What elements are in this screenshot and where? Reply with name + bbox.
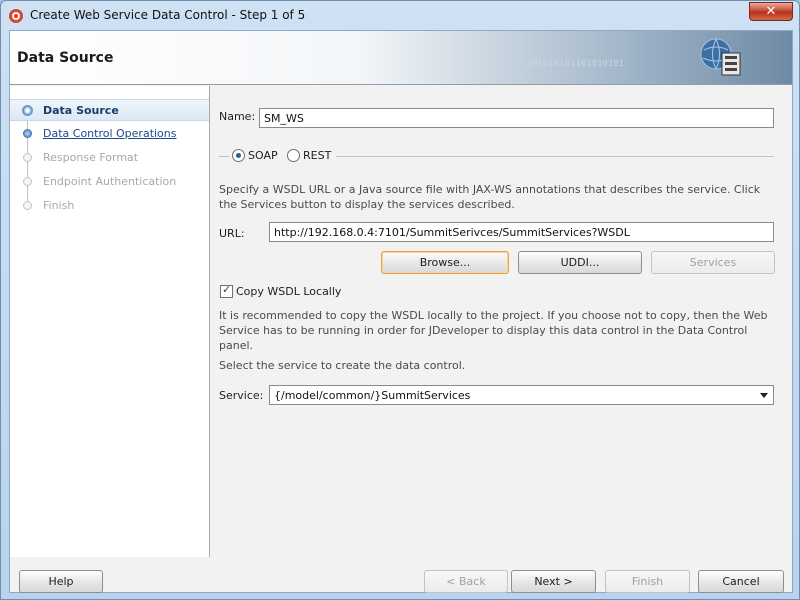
rest-radio[interactable]	[287, 149, 300, 162]
service-selected-value: {/model/common/}SummitServices	[274, 389, 471, 402]
url-label: URL:	[219, 227, 245, 240]
wsdl-description: Specify a WSDL URL or a Java source file…	[219, 183, 761, 211]
step-label: Finish	[43, 199, 75, 212]
next-button[interactable]: Next >	[511, 570, 596, 593]
name-label: Name:	[219, 110, 256, 123]
page-title: Data Source	[17, 50, 114, 66]
soap-radio-label[interactable]: SOAP	[248, 149, 278, 162]
step-response-format: Response Format	[10, 147, 209, 169]
service-label: Service:	[219, 389, 264, 402]
chevron-down-icon[interactable]	[760, 393, 768, 398]
back-button: < Back	[424, 570, 508, 593]
browse-button[interactable]: Browse...	[381, 251, 509, 274]
wizard-button-bar: Help < Back Next > Finish Cancel	[10, 558, 792, 593]
copy-wsdl-checkbox[interactable]: ✓	[220, 283, 233, 298]
step-label: Data Source	[43, 104, 119, 117]
wizard-steps-panel: Data Source Data Control Operations Resp…	[10, 86, 210, 557]
step-label: Endpoint Authentication	[43, 175, 177, 188]
step-disabled-icon	[23, 201, 32, 210]
globe-icon	[700, 38, 741, 76]
service-combobox[interactable]: {/model/common/}SummitServices	[269, 385, 774, 405]
url-input[interactable]: http://192.168.0.4:7101/SummitSerivces/S…	[269, 222, 774, 242]
copy-wsdl-note: It is recommended to copy the WSDL local…	[219, 309, 768, 352]
step-data-source[interactable]: Data Source	[10, 99, 209, 121]
jdeveloper-app-icon	[9, 9, 23, 23]
window-close-button[interactable]: ✕	[749, 2, 793, 21]
step-icon	[23, 129, 32, 138]
name-input[interactable]: SM_WS	[259, 108, 774, 128]
current-step-icon	[22, 105, 33, 116]
title-bar[interactable]: Create Web Service Data Control - Step 1…	[1, 1, 799, 29]
select-service-prompt: Select the service to create the data co…	[219, 359, 466, 372]
step-disabled-icon	[23, 177, 32, 186]
step-data-control-operations[interactable]: Data Control Operations	[10, 123, 209, 145]
services-button: Services	[651, 251, 775, 274]
step-label: Data Control Operations	[43, 127, 177, 140]
protocol-separator-left	[219, 156, 229, 157]
dialog-window: Create Web Service Data Control - Step 1…	[0, 0, 800, 600]
soap-radio[interactable]	[232, 149, 245, 162]
finish-button: Finish	[605, 570, 690, 593]
data-source-form: Name: SM_WS SOAP REST Specify a WSDL URL…	[211, 86, 792, 557]
cancel-button[interactable]: Cancel	[698, 570, 784, 593]
dialog-client-area: Data Source 0101101010101101010101 Data …	[9, 30, 793, 593]
header-binary-text: 0101101010101101010101	[505, 59, 625, 69]
page-header: Data Source 0101101010101101010101	[10, 31, 792, 85]
window-title: Create Web Service Data Control - Step 1…	[30, 8, 306, 22]
step-disabled-icon	[23, 153, 32, 162]
copy-wsdl-label[interactable]: Copy WSDL Locally	[236, 285, 341, 298]
step-finish: Finish	[10, 195, 209, 217]
uddi-button[interactable]: UDDI...	[518, 251, 642, 274]
step-endpoint-authentication: Endpoint Authentication	[10, 171, 209, 193]
rest-radio-label[interactable]: REST	[303, 149, 331, 162]
help-button[interactable]: Help	[19, 570, 103, 593]
step-label: Response Format	[43, 151, 139, 164]
protocol-separator-right	[336, 156, 774, 157]
checkmark-icon: ✓	[222, 283, 232, 296]
